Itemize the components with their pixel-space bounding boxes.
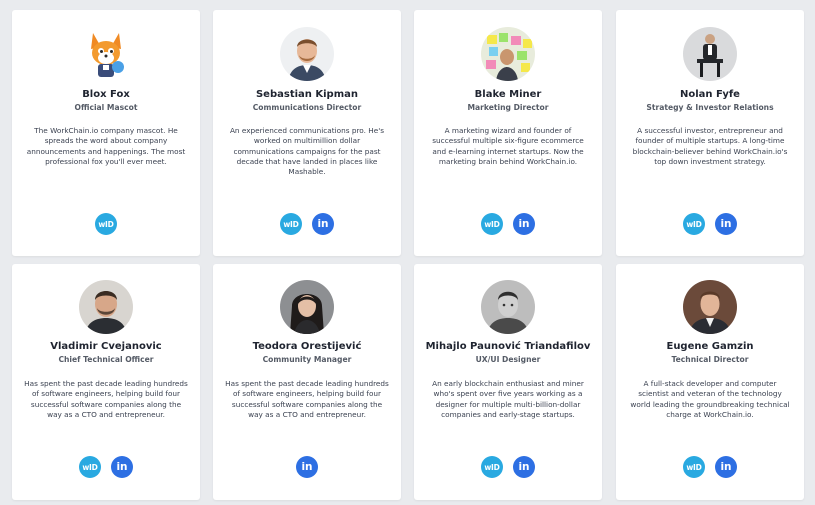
member-bio: An experienced communications pro. He's … [229, 126, 385, 177]
member-name: Blox Fox [82, 89, 130, 100]
member-name: Blake Miner [474, 89, 542, 100]
team-card: Sebastian Kipman Communications Director… [213, 10, 401, 256]
member-role: Technical Director [671, 355, 749, 364]
linkedin-button[interactable]: in [715, 456, 737, 478]
linkedin-button[interactable]: in [296, 456, 318, 478]
member-role: Chief Technical Officer [58, 355, 154, 364]
workchain-id-button[interactable]: wID [95, 213, 117, 235]
member-role: UX/UI Designer [475, 355, 541, 364]
member-bio: A marketing wizard and founder of succes… [432, 126, 584, 166]
member-role: Official Mascot [74, 103, 138, 112]
person-photo-icon [280, 27, 334, 81]
member-role: Community Manager [262, 355, 352, 364]
team-card: Blake Miner Marketing Director A marketi… [414, 10, 602, 256]
team-card: Teodora Orestijević Community Manager Ha… [213, 264, 401, 500]
member-role: Strategy & Investor Relations [646, 103, 774, 112]
person-photo-icon [79, 280, 133, 334]
workchain-id-button[interactable]: wID [481, 456, 503, 478]
member-bio: An early blockchain enthusiast and miner… [432, 379, 584, 419]
social-links: in [213, 456, 401, 478]
sticky-notes-icon [481, 27, 535, 81]
member-name: Sebastian Kipman [255, 89, 359, 100]
social-links: wID in [12, 456, 200, 478]
workchain-id-button[interactable]: wID [683, 456, 705, 478]
member-bio: A successful investor, entrepreneur and … [632, 126, 788, 166]
social-links: wID in [414, 456, 602, 478]
member-name: Mihajlo Paunović Triandafilov [425, 341, 591, 352]
social-links: wID in [616, 456, 804, 478]
workchain-id-button[interactable]: wID [481, 213, 503, 235]
member-bio: Has spent the past decade leading hundre… [24, 379, 188, 419]
member-role: Communications Director [252, 103, 362, 112]
team-card: Vladimir Cvejanovic Chief Technical Offi… [12, 264, 200, 500]
social-links: wID in [213, 213, 401, 235]
member-bio: The WorkChain.io company mascot. He spre… [26, 126, 186, 166]
member-bio: A full-stack developer and computer scie… [630, 379, 790, 419]
linkedin-button[interactable]: in [513, 213, 535, 235]
team-card: Nolan Fyfe Strategy & Investor Relations… [616, 10, 804, 256]
member-name: Teodora Orestijević [252, 341, 362, 352]
workchain-id-button[interactable]: wID [79, 456, 101, 478]
member-bio: Has spent the past decade leading hundre… [225, 379, 389, 419]
social-links: wID in [616, 213, 804, 235]
person-photo-icon [280, 280, 334, 334]
linkedin-button[interactable]: in [312, 213, 334, 235]
team-card: Blox Fox Official Mascot The WorkChain.i… [12, 10, 200, 256]
social-links: wID in [414, 213, 602, 235]
workchain-id-button[interactable]: wID [280, 213, 302, 235]
person-photo-icon [481, 280, 535, 334]
member-name: Nolan Fyfe [680, 89, 740, 100]
linkedin-button[interactable]: in [111, 456, 133, 478]
team-card: Mihajlo Paunović Triandafilov UX/UI Desi… [414, 264, 602, 500]
linkedin-button[interactable]: in [513, 456, 535, 478]
member-name: Vladimir Cvejanovic [50, 341, 162, 352]
person-photo-icon [683, 280, 737, 334]
member-name: Eugene Gamzin [666, 341, 754, 352]
linkedin-button[interactable]: in [715, 213, 737, 235]
person-seated-icon [683, 27, 737, 81]
social-links: wID [12, 213, 200, 235]
workchain-id-button[interactable]: wID [683, 213, 705, 235]
fox-mascot-icon [79, 27, 133, 81]
member-role: Marketing Director [467, 103, 549, 112]
team-card: Eugene Gamzin Technical Director A full-… [616, 264, 804, 500]
